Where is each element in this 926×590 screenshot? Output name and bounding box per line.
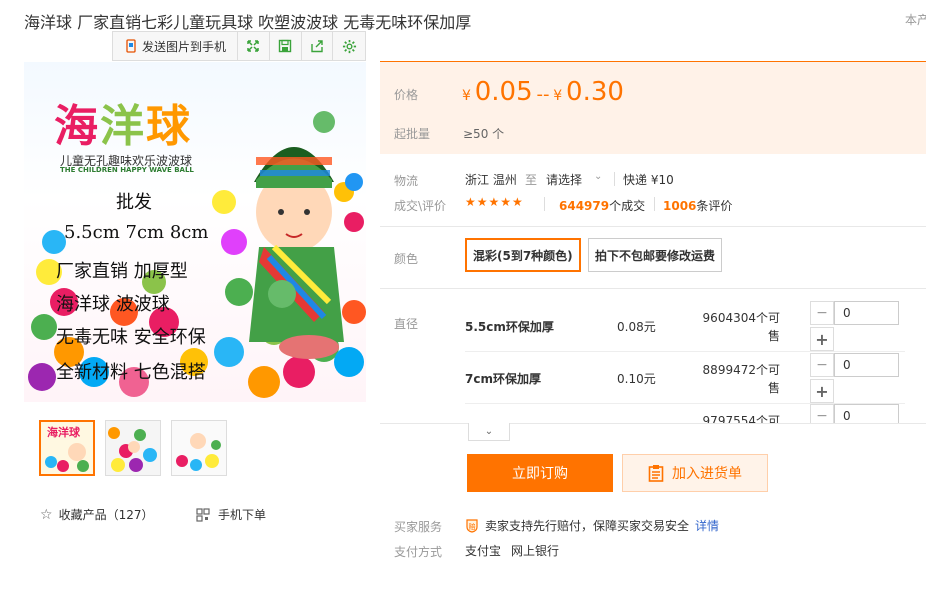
star-outline-icon: ☆	[40, 506, 53, 523]
logistics-from: 浙江 温州	[465, 173, 517, 187]
qty-plus-button[interactable]: +	[810, 327, 834, 351]
logistics-to-word: 至	[525, 173, 538, 187]
qty-input[interactable]: 0	[834, 353, 899, 377]
save-icon[interactable]	[270, 32, 302, 60]
qty-input[interactable]: 0	[834, 301, 899, 325]
add-to-cart-label: 加入进货单	[672, 466, 742, 482]
moq-value: ≥50 个	[463, 127, 505, 141]
service-detail-link[interactable]: 详情	[695, 517, 719, 534]
color-label: 颜色	[394, 252, 419, 266]
price-range: ¥ 0.05 -- ¥ 0.30	[462, 77, 624, 107]
svg-text:海洋球: 海洋球	[47, 425, 81, 439]
color-option-mixed[interactable]: 混彩(5到7种颜色)	[465, 238, 581, 272]
image-line-4: 海洋球 波波球	[56, 294, 170, 315]
deal-count[interactable]: 644979个成交	[559, 197, 645, 214]
color-option-shipping[interactable]: 拍下不包邮要修改运费	[588, 238, 723, 272]
price-low: 0.05	[474, 77, 533, 107]
separator	[380, 288, 926, 289]
favorite-product[interactable]: ☆ 收藏产品（127）	[40, 506, 153, 523]
price-label: 价格	[394, 88, 419, 102]
payment-alipay: 支付宝	[465, 544, 502, 558]
review-count[interactable]: 1006条评价	[663, 197, 732, 214]
express-fee: 快递 ¥10	[623, 173, 674, 187]
payment-label: 支付方式	[394, 545, 443, 559]
thumbnail-3[interactable]	[171, 420, 227, 476]
separator	[380, 226, 926, 227]
payment-netbank: 网上银行	[511, 544, 560, 558]
expand-icon[interactable]	[238, 32, 270, 60]
product-title: 海洋球 厂家直销七彩儿童玩具球 吹塑波波球 无毒无味环保加厚	[24, 13, 472, 32]
moq-label: 起批量	[394, 127, 431, 141]
qrcode-icon	[196, 507, 210, 522]
chevron-down-icon: ⌄	[484, 426, 494, 437]
image-line-3: 厂家直销 加厚型	[56, 261, 188, 282]
thumbnail-strip: 海洋球	[39, 420, 227, 476]
send-to-phone-button[interactable]: 发送图片到手机	[113, 32, 238, 60]
divider	[544, 197, 545, 211]
image-line-2: 5.5cm 7cm 8cm	[64, 222, 209, 243]
image-title: 海洋球	[54, 101, 192, 152]
image-toolbar: 发送图片到手机	[112, 31, 366, 61]
qty-minus-button[interactable]: −	[810, 301, 834, 325]
price-high: 0.30	[566, 77, 624, 107]
logistics-label: 物流	[394, 174, 419, 188]
send-to-phone-label: 发送图片到手机	[141, 39, 226, 54]
chevron-down-icon: ⌄	[594, 171, 603, 182]
guarantee-icon: 赔	[465, 518, 479, 533]
service-label: 买家服务	[394, 520, 443, 534]
main-product-image[interactable]: 海洋球 儿童无孔趣味欢乐波波球 THE CHILDREN HAPPY WAVE …	[24, 62, 366, 402]
phone-icon	[124, 39, 138, 53]
spec-row: 7cm环保加厚 0.10元 8899472个可售 − 0 +	[465, 353, 905, 404]
svg-text:赔: 赔	[469, 522, 476, 531]
clipboard-icon	[648, 464, 664, 482]
qty-minus-button[interactable]: −	[810, 353, 834, 377]
separator	[380, 423, 926, 424]
spec-row: 5.5cm环保加厚 0.08元 9604304个可售 − 0 +	[465, 301, 905, 352]
deals-label: 成交\评价	[394, 199, 447, 213]
expand-specs-button[interactable]: ⌄	[468, 423, 510, 441]
image-subtitle-en: THE CHILDREN HAPPY WAVE BALL	[60, 166, 194, 174]
divider	[654, 197, 655, 211]
corner-text[interactable]: 本产	[905, 11, 926, 28]
add-to-cart-button[interactable]: 加入进货单	[622, 454, 768, 492]
spec-label: 直径	[394, 317, 419, 331]
mobile-order[interactable]: 手机下单	[196, 506, 266, 523]
thumbnail-1[interactable]: 海洋球	[39, 420, 95, 476]
payment-methods: 支付宝 网上银行	[465, 542, 559, 559]
image-line-1: 批发	[116, 192, 152, 213]
spec-row: 9797554个可 − 0	[465, 404, 905, 423]
image-line-6: 全新材料 七色混搭	[56, 362, 206, 383]
divider	[614, 172, 615, 186]
qty-input[interactable]: 0	[834, 404, 899, 423]
favorite-label: 收藏产品（127）	[58, 508, 154, 522]
settings-icon[interactable]	[333, 32, 365, 60]
price-box	[380, 61, 926, 154]
qty-minus-button[interactable]: −	[810, 404, 834, 423]
share-icon[interactable]	[302, 32, 334, 60]
thumbnail-2[interactable]	[105, 420, 161, 476]
service-info: 赔 卖家支持先行赔付，保障买家交易安全 详情	[465, 517, 719, 534]
image-line-5: 无毒无味 安全环保	[56, 327, 206, 348]
destination-select[interactable]: 请选择 ⌄	[546, 171, 602, 188]
qty-plus-button[interactable]: +	[810, 379, 834, 403]
mobile-order-label: 手机下单	[218, 508, 267, 522]
rating-stars: ★★★★★	[465, 195, 524, 209]
buy-now-button[interactable]: 立即订购	[467, 454, 613, 492]
spec-list: 5.5cm环保加厚 0.08元 9604304个可售 − 0 + 7cm环保加厚…	[465, 301, 910, 423]
